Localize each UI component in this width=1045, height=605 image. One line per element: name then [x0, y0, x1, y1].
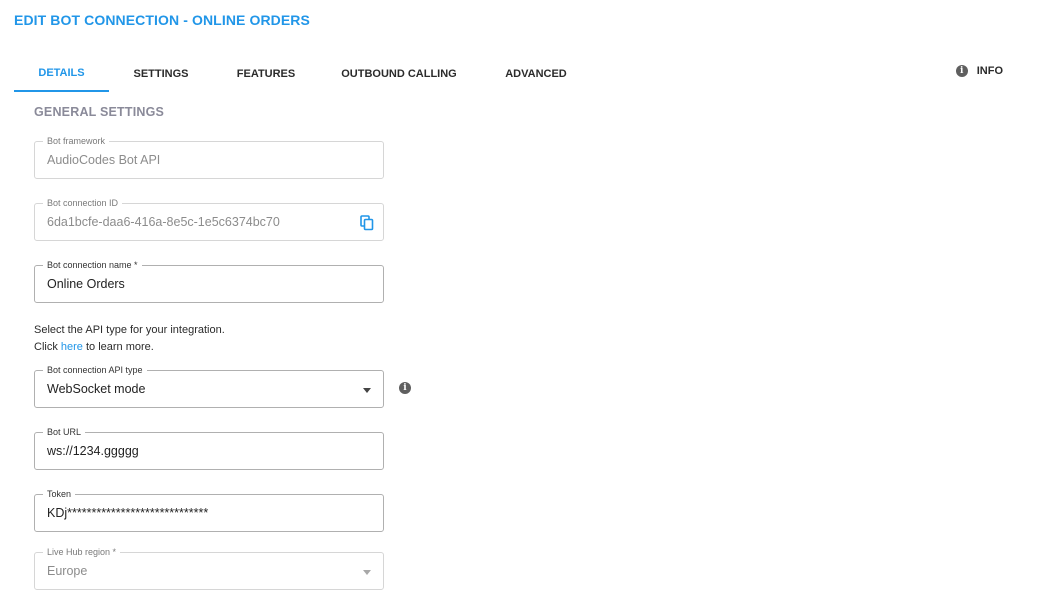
help-line-2: Click here to learn more.	[34, 339, 225, 356]
bot-connection-name-field[interactable]: Bot connection name * Online Orders	[34, 259, 384, 303]
api-type-label: Bot connection API type	[43, 364, 147, 376]
api-type-select[interactable]: Bot connection API type WebSocket mode	[34, 364, 384, 408]
tab-info-label: INFO	[976, 65, 1003, 77]
section-title: GENERAL SETTINGS	[34, 105, 165, 119]
tab-outbound-calling[interactable]: OUTBOUND CALLING	[332, 56, 466, 92]
bot-connection-id-value: 6da1bcfe-daa6-416a-8e5c-1e5c6374bc70	[47, 215, 280, 229]
bot-framework-label: Bot framework	[43, 135, 110, 147]
token-field[interactable]: Token KDj*****************************	[34, 488, 384, 532]
bot-url-label: Bot URL	[43, 426, 86, 438]
copy-icon[interactable]	[360, 215, 374, 231]
help-prefix: Click	[34, 341, 61, 353]
chevron-down-icon[interactable]	[363, 388, 371, 393]
page-title: EDIT BOT CONNECTION - ONLINE ORDERS	[14, 12, 310, 28]
tab-settings[interactable]: SETTINGS	[121, 56, 201, 92]
bot-framework-field: Bot framework AudioCodes Bot API	[34, 135, 384, 179]
api-type-help-text: Select the API type for your integration…	[34, 322, 225, 356]
tab-features[interactable]: FEATURES	[226, 56, 306, 92]
token-label: Token	[43, 488, 76, 500]
bot-connection-name-input[interactable]: Online Orders	[47, 277, 125, 291]
tab-info[interactable]: i INFO	[955, 56, 1003, 86]
bot-url-input[interactable]: ws://1234.ggggg	[47, 444, 139, 458]
token-input[interactable]: KDj*****************************	[47, 506, 208, 520]
info-icon: i	[955, 65, 968, 77]
live-hub-region-value: Europe	[47, 564, 88, 578]
live-hub-region-label: Live Hub region *	[43, 546, 121, 558]
info-icon[interactable]: i	[399, 382, 411, 394]
bot-connection-id-field: Bot connection ID 6da1bcfe-daa6-416a-8e5…	[34, 197, 384, 241]
bot-url-field[interactable]: Bot URL ws://1234.ggggg	[34, 426, 384, 470]
api-type-value: WebSocket mode	[47, 382, 146, 396]
bot-framework-value: AudioCodes Bot API	[47, 153, 161, 167]
tab-bar: DETAILS SETTINGS FEATURES OUTBOUND CALLI…	[14, 56, 1045, 92]
tab-advanced[interactable]: ADVANCED	[492, 56, 580, 92]
live-hub-region-select: Live Hub region * Europe	[34, 546, 384, 590]
help-suffix: to learn more.	[82, 341, 154, 353]
chevron-down-icon	[363, 570, 371, 575]
bot-connection-name-label: Bot connection name *	[43, 259, 142, 271]
help-line-1: Select the API type for your integration…	[34, 324, 225, 336]
tab-details[interactable]: DETAILS	[14, 56, 109, 92]
learn-more-link[interactable]: here	[61, 341, 83, 353]
bot-connection-id-label: Bot connection ID	[43, 197, 123, 209]
